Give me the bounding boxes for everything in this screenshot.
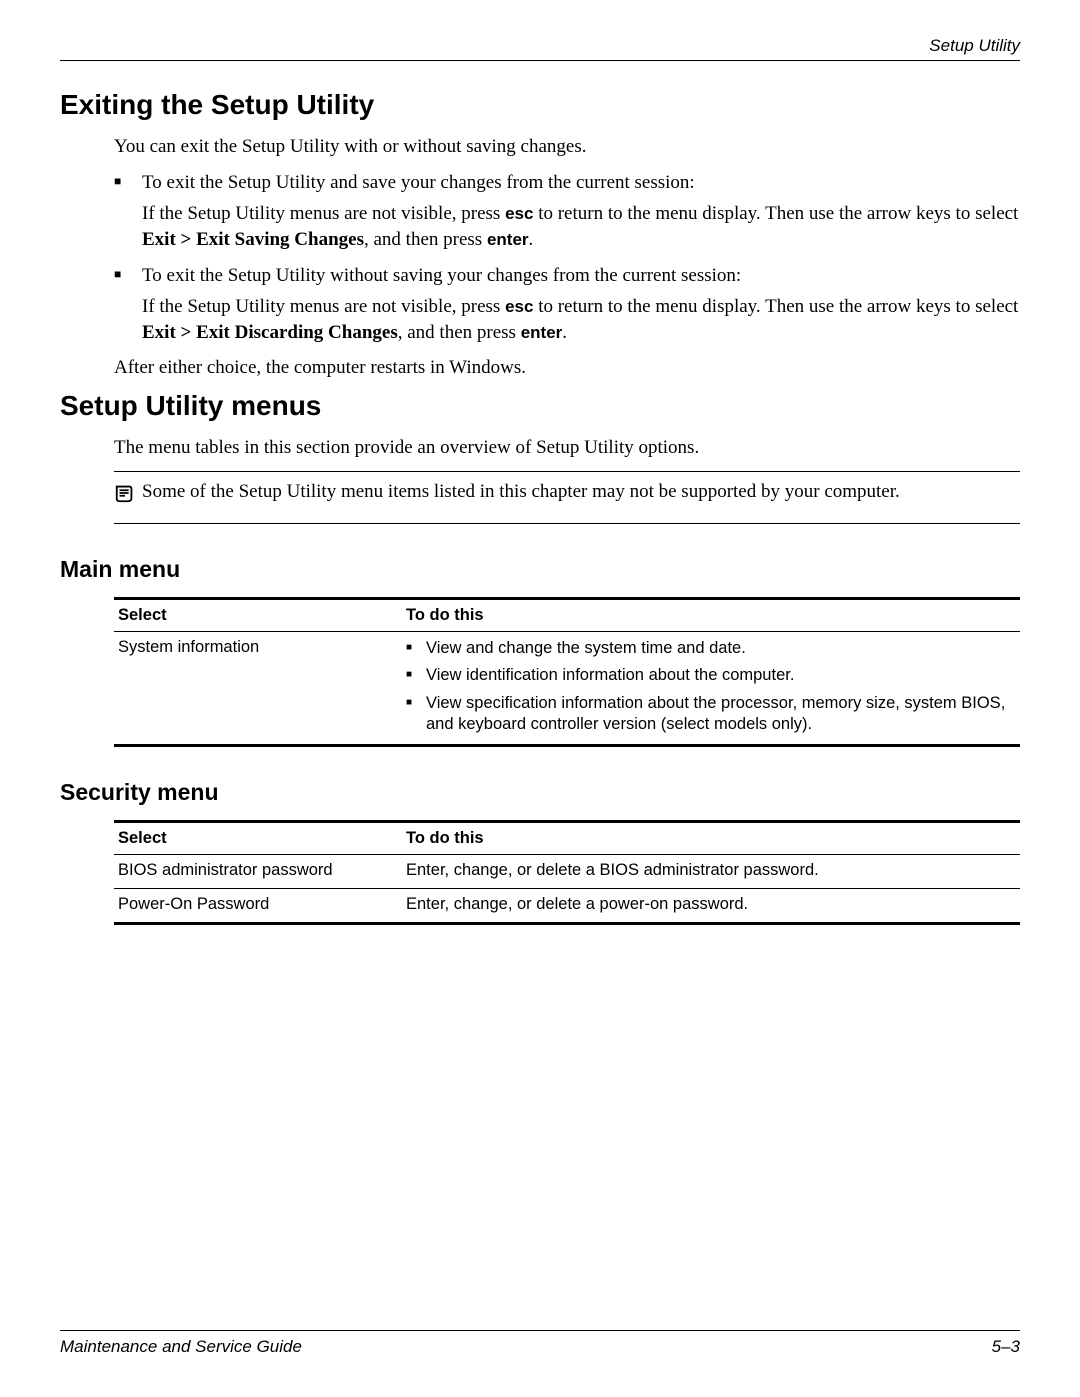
col-select: Select bbox=[114, 821, 402, 854]
table-row: System information View and change the s… bbox=[114, 631, 1020, 745]
text: to return to the menu display. Then use … bbox=[533, 296, 1018, 317]
page-header: Setup Utility bbox=[60, 36, 1020, 61]
heading-security-menu: Security menu bbox=[60, 779, 1020, 806]
page: Setup Utility Exiting the Setup Utility … bbox=[0, 0, 1080, 1397]
footer-left: Maintenance and Service Guide bbox=[60, 1337, 302, 1357]
menu-path: Exit > Exit Saving Changes bbox=[142, 229, 364, 250]
text: , and then press bbox=[398, 322, 521, 343]
header-section-label: Setup Utility bbox=[60, 36, 1020, 56]
text: to return to the menu display. Then use … bbox=[533, 203, 1018, 224]
footer-right: 5–3 bbox=[992, 1337, 1020, 1357]
menu-path: Exit > Exit Discarding Changes bbox=[142, 322, 398, 343]
note-text: Some of the Setup Utility menu items lis… bbox=[142, 480, 1020, 505]
text: If the Setup Utility menus are not visib… bbox=[142, 296, 505, 317]
col-todo: To do this bbox=[402, 821, 1020, 854]
cell-select: BIOS administrator password bbox=[114, 854, 402, 888]
note-icon bbox=[114, 482, 142, 509]
bullet-lead: To exit the Setup Utility without saving… bbox=[142, 265, 741, 286]
kbd-esc: esc bbox=[505, 204, 533, 223]
exiting-after: After either choice, the computer restar… bbox=[114, 356, 1020, 381]
security-menu-table: Select To do this BIOS administrator pas… bbox=[114, 820, 1020, 925]
heading-menus: Setup Utility menus bbox=[60, 390, 1020, 422]
page-footer: Maintenance and Service Guide 5–3 bbox=[60, 1330, 1020, 1357]
text: . bbox=[562, 322, 567, 343]
cell-desc: Enter, change, or delete a BIOS administ… bbox=[402, 854, 1020, 888]
text: . bbox=[529, 229, 534, 250]
list-item: View specification information about the… bbox=[406, 693, 1016, 736]
cell-select: System information bbox=[114, 631, 402, 745]
table-row: Power-On Password Enter, change, or dele… bbox=[114, 888, 1020, 923]
kbd-esc: esc bbox=[505, 297, 533, 316]
table-row: BIOS administrator password Enter, chang… bbox=[114, 854, 1020, 888]
col-todo: To do this bbox=[402, 598, 1020, 631]
bullet-detail: If the Setup Utility menus are not visib… bbox=[142, 201, 1020, 252]
cell-select: Power-On Password bbox=[114, 888, 402, 923]
table-header-row: Select To do this bbox=[114, 821, 1020, 854]
text: If the Setup Utility menus are not visib… bbox=[142, 203, 505, 224]
bullet-lead: To exit the Setup Utility and save your … bbox=[142, 172, 695, 193]
exiting-bullets: To exit the Setup Utility and save your … bbox=[114, 170, 1020, 346]
list-item: View identification information about th… bbox=[406, 665, 1016, 686]
exiting-intro: You can exit the Setup Utility with or w… bbox=[114, 135, 1020, 160]
note-block: Some of the Setup Utility menu items lis… bbox=[114, 471, 1020, 524]
list-item: View and change the system time and date… bbox=[406, 638, 1016, 659]
kbd-enter: enter bbox=[521, 323, 563, 342]
cell-bullets: View and change the system time and date… bbox=[406, 638, 1016, 736]
menus-intro: The menu tables in this section provide … bbox=[114, 436, 1020, 461]
cell-todo: View and change the system time and date… bbox=[402, 631, 1020, 745]
table-header-row: Select To do this bbox=[114, 598, 1020, 631]
cell-desc: Enter, change, or delete a power-on pass… bbox=[402, 888, 1020, 923]
main-menu-table: Select To do this System information Vie… bbox=[114, 597, 1020, 747]
heading-main-menu: Main menu bbox=[60, 556, 1020, 583]
heading-exiting: Exiting the Setup Utility bbox=[60, 89, 1020, 121]
bullet-detail: If the Setup Utility menus are not visib… bbox=[142, 294, 1020, 345]
exiting-bullet-1: To exit the Setup Utility and save your … bbox=[114, 170, 1020, 253]
kbd-enter: enter bbox=[487, 230, 529, 249]
col-select: Select bbox=[114, 598, 402, 631]
exiting-bullet-2: To exit the Setup Utility without saving… bbox=[114, 263, 1020, 346]
text: , and then press bbox=[364, 229, 487, 250]
